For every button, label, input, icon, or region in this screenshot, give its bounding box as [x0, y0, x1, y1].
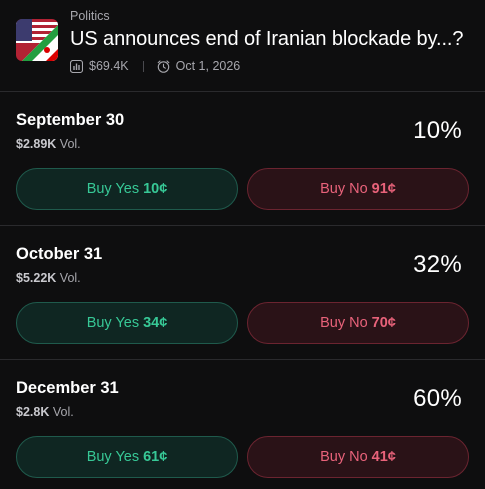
- market-probability: 10%: [413, 117, 462, 144]
- market-label[interactable]: December 31: [16, 379, 119, 398]
- market-probability: 32%: [413, 251, 462, 278]
- market-label[interactable]: October 31: [16, 245, 102, 264]
- event-header: Politics US announces end of Iranian blo…: [0, 0, 485, 92]
- buy-no-button[interactable]: Buy No 91¢: [247, 168, 469, 210]
- clock-icon: [157, 59, 170, 73]
- market-label[interactable]: September 30: [16, 111, 124, 130]
- market-probability: 60%: [413, 385, 462, 412]
- event-category: Politics: [70, 9, 110, 23]
- buy-no-button[interactable]: Buy No 41¢: [247, 436, 469, 478]
- buy-no-button[interactable]: Buy No 70¢: [247, 302, 469, 344]
- market-row: December 31 $2.8K Vol. 60% Buy Yes 61¢ Bu…: [0, 360, 485, 489]
- event-volume: $69.4K: [89, 59, 129, 73]
- market-volume: $2.89K Vol.: [16, 137, 81, 151]
- market-row: October 31 $5.22K Vol. 32% Buy Yes 34¢ Bu…: [0, 226, 485, 356]
- buy-yes-button[interactable]: Buy Yes 34¢: [16, 302, 238, 344]
- event-meta: $69.4K Oct 1, 2026: [69, 59, 241, 73]
- buy-yes-button[interactable]: Buy Yes 10¢: [16, 168, 238, 210]
- market-volume: $5.22K Vol.: [16, 271, 81, 285]
- market-volume: $2.8K Vol.: [16, 405, 74, 419]
- chart-icon: [69, 59, 84, 73]
- flags-thumbnail: [16, 19, 58, 61]
- market-row: September 30 $2.89K Vol. 10% Buy Yes 10¢ …: [0, 92, 485, 222]
- meta-separator: [142, 60, 144, 72]
- event-end-date: Oct 1, 2026: [175, 59, 241, 73]
- buy-yes-button[interactable]: Buy Yes 61¢: [16, 436, 238, 478]
- event-title[interactable]: US announces end of Iranian blockade by.…: [70, 28, 463, 51]
